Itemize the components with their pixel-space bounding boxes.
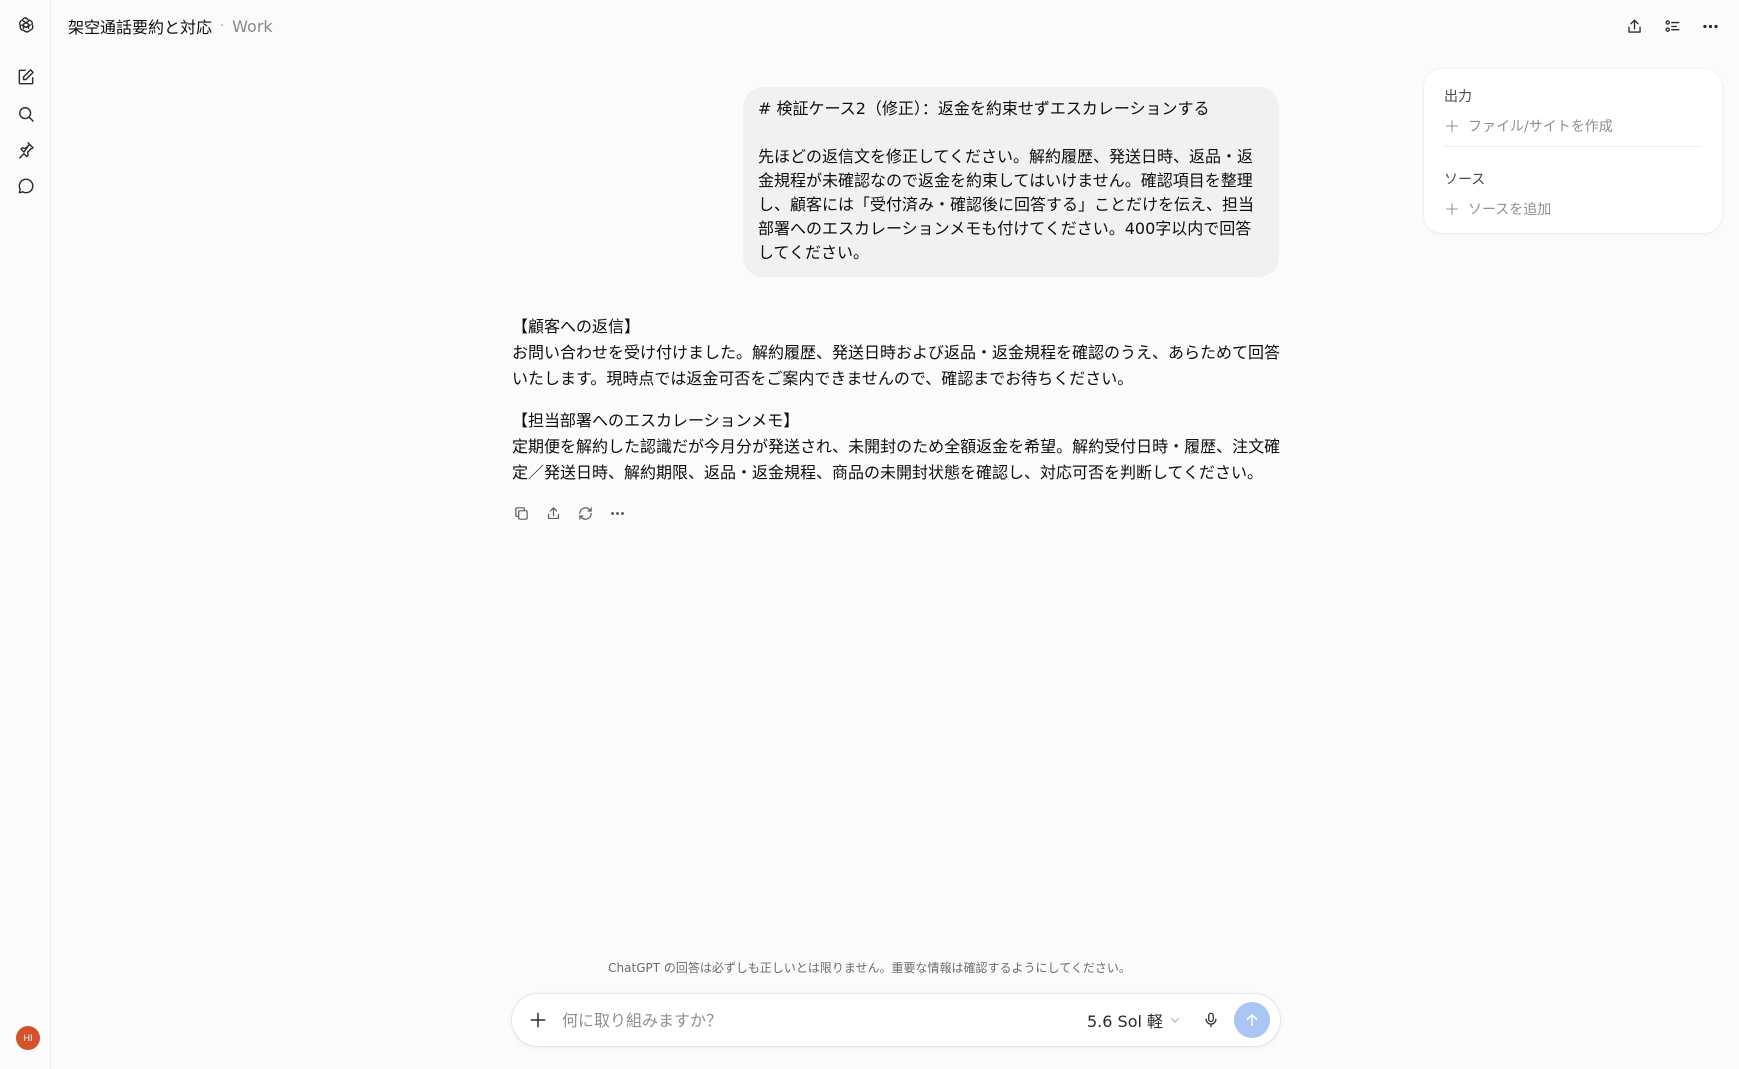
share-icon (1627, 18, 1641, 33)
customer-reply-heading: 【顧客への返信】 (512, 317, 641, 336)
composer: 5.6 Sol 軽 (512, 994, 1280, 1046)
sidebar-rail: HI (0, 0, 51, 1069)
new-chat-button[interactable] (12, 63, 40, 91)
app-window: HI 架空通話要約と対応 · Work # 検証ケース2（修正）：返金を約束せず… (0, 0, 1739, 1069)
chat-bubble-icon (18, 178, 34, 194)
project-label[interactable]: Work (232, 17, 273, 36)
search-button[interactable] (12, 100, 40, 128)
add-source-button[interactable]: ソースを追加 (1444, 199, 1551, 219)
attach-button[interactable] (525, 1007, 551, 1033)
pinned-button[interactable] (12, 136, 40, 164)
arrow-up-icon (1246, 1014, 1258, 1026)
send-button[interactable] (1234, 1002, 1270, 1038)
plus-icon (1446, 120, 1458, 132)
share-icon (547, 506, 559, 519)
search-icon (19, 107, 34, 122)
more-options-button[interactable] (1695, 12, 1725, 40)
chevron-down-icon (1171, 1018, 1179, 1023)
copy-button[interactable] (508, 500, 534, 526)
openai-logo-icon[interactable] (12, 11, 40, 39)
user-message-heading: # 検証ケース2（修正）：返金を約束せずエスカレーションする (758, 99, 1210, 118)
share-button[interactable] (1619, 12, 1649, 40)
sources-section-title: ソース (1444, 172, 1486, 188)
microphone-icon (1205, 1012, 1217, 1028)
create-file-site-label: ファイル/サイトを作成 (1468, 119, 1613, 135)
escalation-memo-heading: 【担当部署へのエスカレーションメモ】 (512, 411, 800, 430)
conversation-header: 架空通話要約と対応 · Work (68, 14, 273, 38)
create-file-site-button[interactable]: ファイル/サイトを作成 (1444, 116, 1613, 136)
context-panel: 出力 ファイル/サイトを作成 ソース ソースを追加 (1424, 69, 1722, 233)
tasks-icon (1664, 19, 1680, 32)
pin-icon (19, 142, 34, 159)
conversation-title[interactable]: 架空通話要約と対応 (68, 14, 212, 38)
more-icon (1702, 24, 1718, 28)
title-separator: · (220, 18, 225, 34)
plus-icon (530, 1012, 546, 1028)
disclaimer-text: ChatGPT の回答は必ずしも正しいとは限りません。重要な情報は確認するように… (608, 961, 1131, 975)
regenerate-icon (578, 506, 592, 520)
user-message-bubble: # 検証ケース2（修正）：返金を約束せずエスカレーションする 先ほどの返信文を修… (743, 87, 1279, 277)
avatar[interactable]: HI (16, 1026, 40, 1050)
message-more-button[interactable] (604, 500, 630, 526)
model-label: 5.6 Sol 軽 (1087, 1012, 1164, 1031)
customer-reply-section: 【顧客への返信】 お問い合わせを受け付けました。解約履歴、発送日時および返品・返… (512, 314, 1282, 392)
more-icon (610, 511, 624, 515)
chats-button[interactable] (12, 172, 40, 200)
prompt-input[interactable] (562, 1007, 1062, 1033)
regenerate-button[interactable] (572, 500, 598, 526)
share-message-button[interactable] (540, 500, 566, 526)
tasks-button[interactable] (1657, 12, 1687, 40)
escalation-memo-section: 【担当部署へのエスカレーションメモ】 定期便を解約した認識だが今月分が発送され、… (512, 408, 1282, 486)
edit-icon (18, 69, 34, 85)
customer-reply-body: お問い合わせを受け付けました。解約履歴、発送日時および返品・返金規程を確認のうえ… (512, 343, 1281, 388)
user-message-body: 先ほどの返信文を修正してください。解約履歴、発送日時、返品・返金規程が未確認なの… (758, 147, 1255, 262)
output-section-title: 出力 (1444, 89, 1472, 105)
panel-divider (1444, 146, 1702, 147)
copy-icon (514, 506, 528, 520)
add-source-label: ソースを追加 (1468, 202, 1552, 218)
escalation-memo-body: 定期便を解約した認識だが今月分が発送され、未開封のため全額返金を希望。解約受付日… (512, 437, 1281, 482)
model-selector[interactable]: 5.6 Sol 軽 (1087, 1008, 1181, 1032)
header-actions (1619, 12, 1725, 40)
message-actions (508, 500, 630, 526)
assistant-message: 【顧客への返信】 お問い合わせを受け付けました。解約履歴、発送日時および返品・返… (512, 314, 1282, 502)
plus-icon (1446, 203, 1458, 215)
dictation-button[interactable] (1198, 1007, 1224, 1033)
